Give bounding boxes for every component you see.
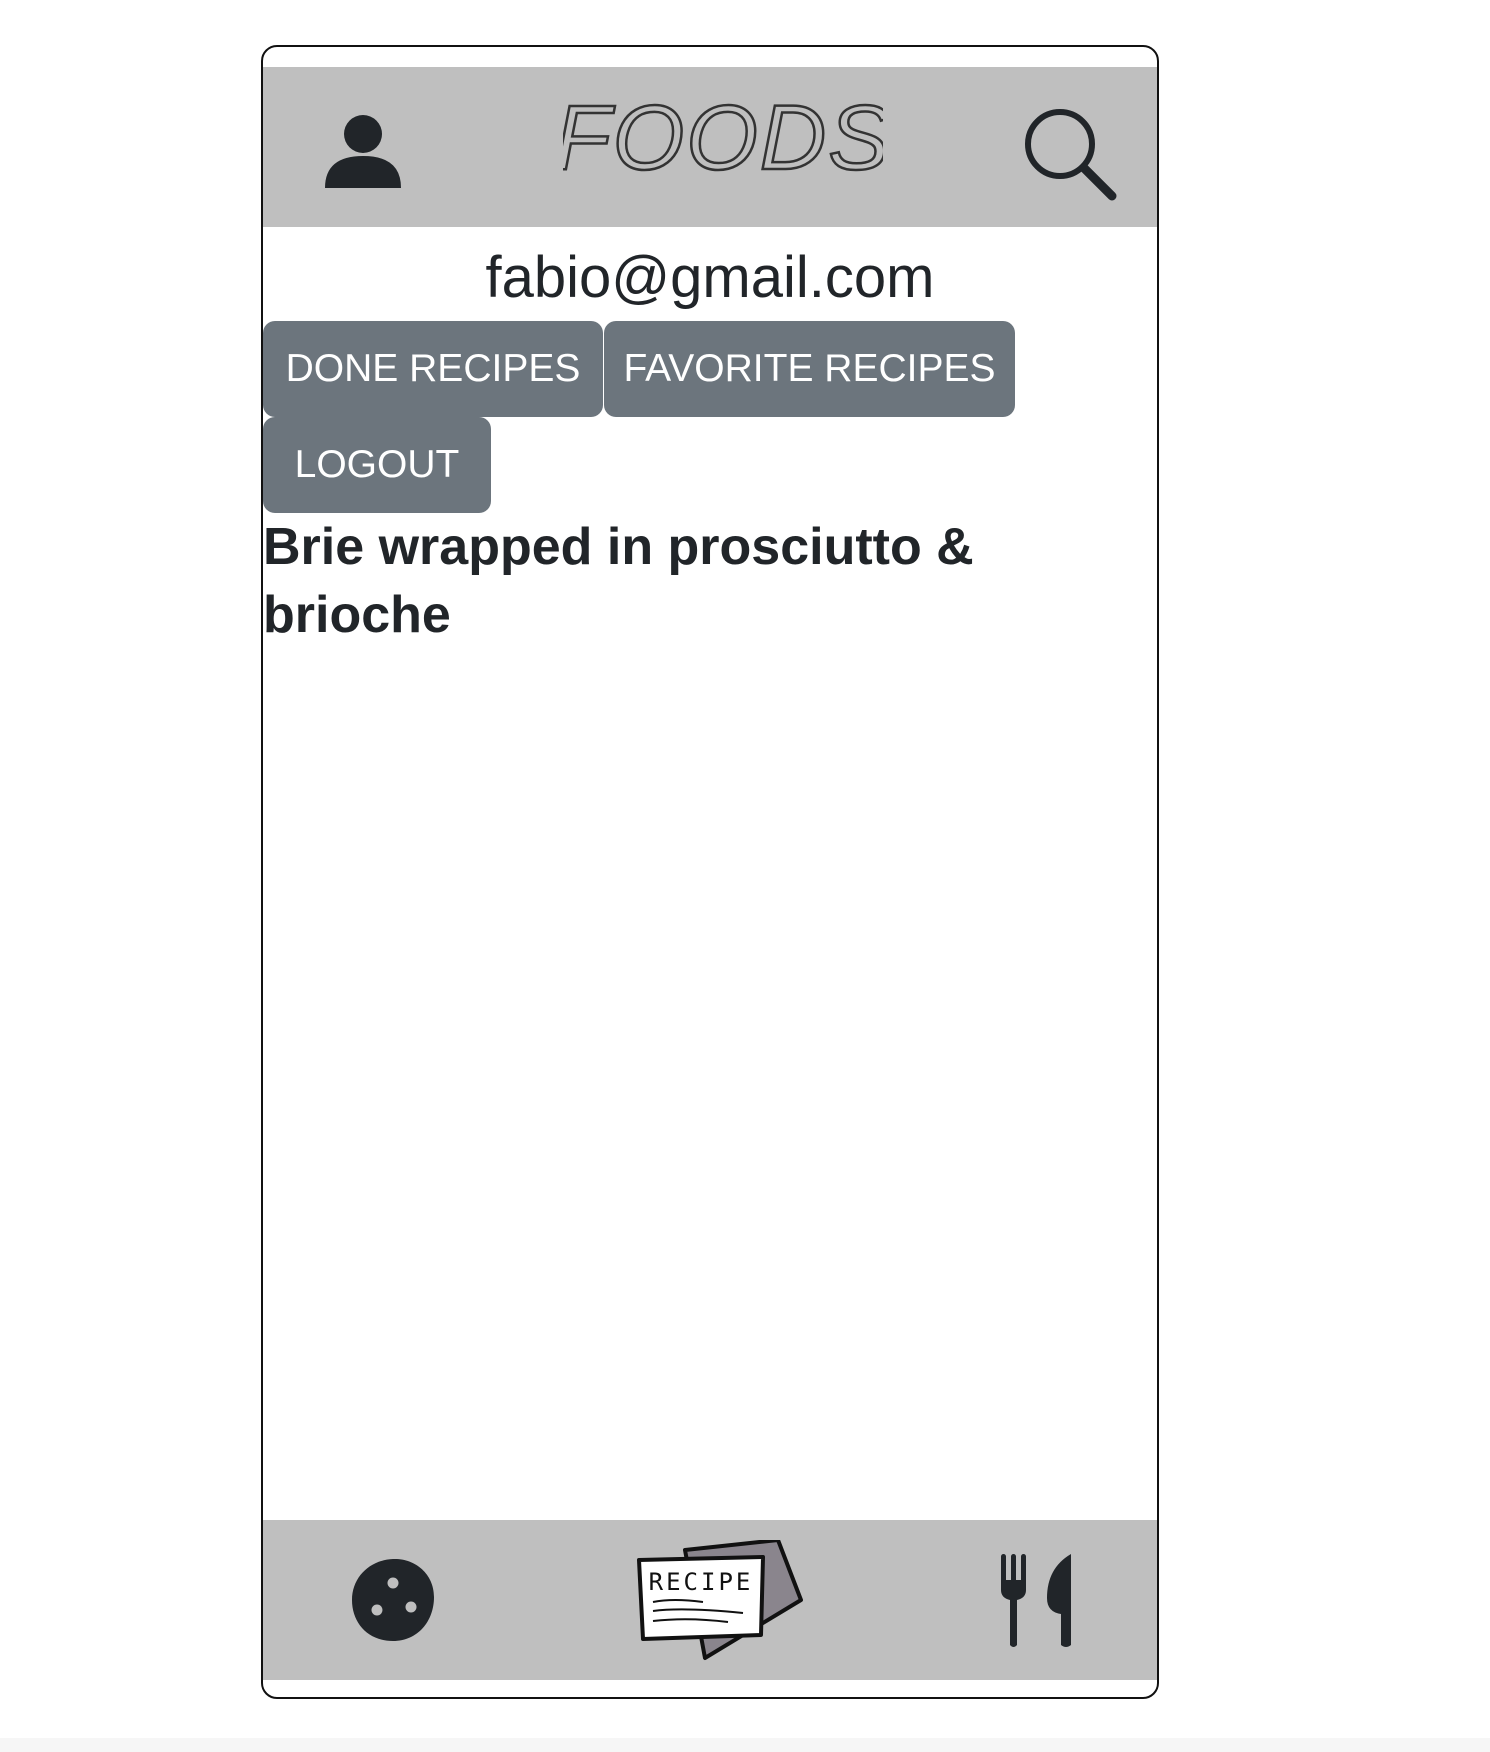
page-title: FOODS (553, 81, 891, 191)
explore-button[interactable]: RECIPE (633, 1540, 803, 1665)
logout-button[interactable]: LOGOUT (263, 417, 491, 513)
recipe-title[interactable]: Brie wrapped in prosciutto & brioche (263, 513, 983, 649)
page-title-text: FOODS (563, 87, 883, 189)
footer-bar: RECIPE (263, 1520, 1157, 1680)
meals-button[interactable] (988, 1550, 1088, 1650)
recipe-card-text: RECIPE (649, 1568, 754, 1596)
recipe-card-icon: RECIPE (637, 1540, 803, 1660)
page-bottom-strip (0, 1738, 1490, 1752)
profile-email: fabio@gmail.com (485, 245, 935, 310)
app-frame: FOODS fabio@gmail.com DONE RECIPES FAVOR… (261, 45, 1159, 1699)
done-recipes-button[interactable]: DONE RECIPES (263, 321, 603, 417)
recipe-list: Brie wrapped in prosciutto & brioche (263, 513, 983, 649)
search-button[interactable] (1015, 99, 1125, 209)
header-bar: FOODS (263, 67, 1157, 227)
favorite-recipes-button[interactable]: FAVORITE RECIPES (604, 321, 1015, 417)
profile-button[interactable] (318, 105, 408, 195)
search-icon (1025, 109, 1117, 201)
drinks-icon (352, 1558, 434, 1641)
profile-icon (325, 115, 401, 188)
fork-knife-icon (1001, 1554, 1071, 1647)
drinks-button[interactable] (343, 1550, 443, 1650)
